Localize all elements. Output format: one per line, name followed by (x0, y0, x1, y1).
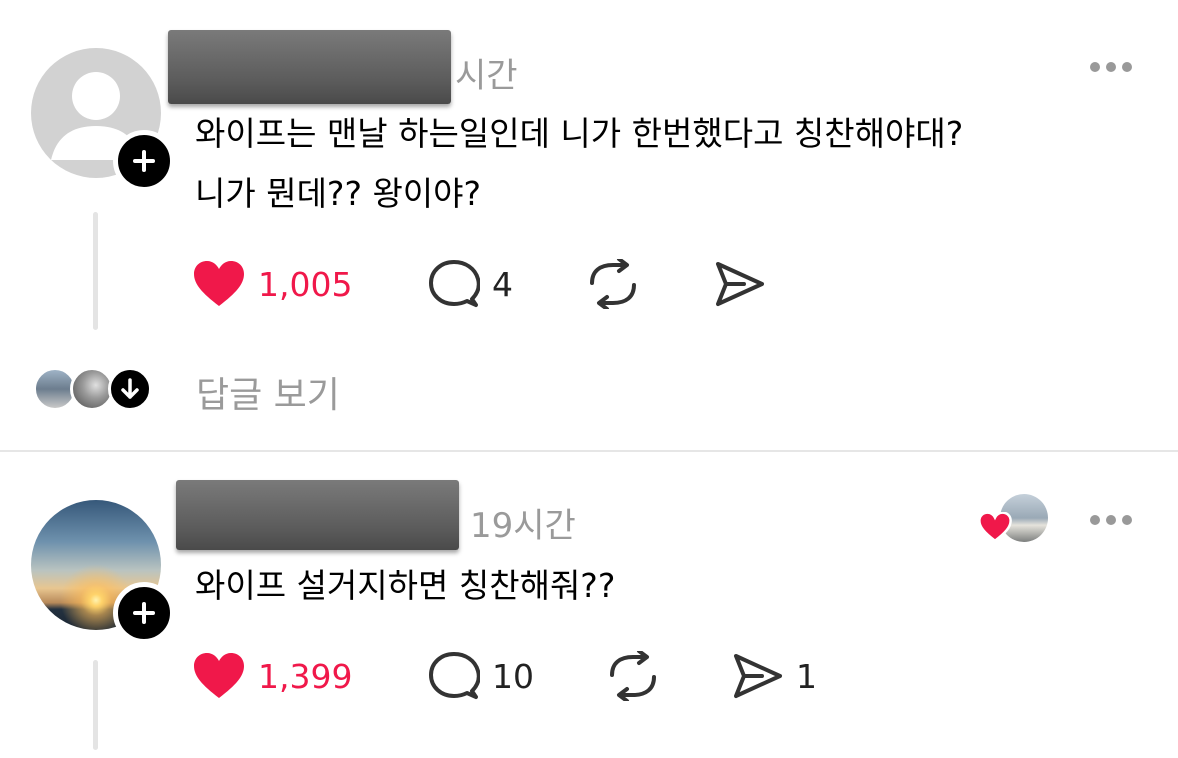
post-2: 19시간 와이프 설거지하면 칭찬해줘?? 1,399 10 1 (0, 452, 1178, 758)
post-1-follow-button[interactable] (113, 130, 175, 192)
like-button[interactable]: 1,399 (192, 650, 352, 702)
comment-icon (429, 652, 480, 699)
repost-button[interactable] (606, 650, 660, 702)
more-options-button[interactable] (1090, 62, 1132, 72)
comment-count: 10 (492, 656, 534, 696)
arrow-down-icon (121, 378, 139, 399)
like-button[interactable]: 1,005 (192, 258, 352, 310)
post-time: 19시간 (470, 506, 576, 546)
post-2-follow-button[interactable] (113, 582, 175, 644)
thread-line (93, 660, 98, 750)
share-count: 1 (796, 656, 817, 696)
share-button[interactable]: 1 (732, 650, 817, 702)
plus-icon (133, 150, 155, 172)
comment-button[interactable]: 4 (428, 258, 513, 310)
post-text-line: 와이프 설거지하면 칭찬해줘?? (195, 566, 616, 605)
repost-icon (610, 651, 656, 701)
comment-button[interactable]: 10 (428, 650, 534, 702)
username-redacted[interactable] (176, 480, 459, 550)
share-icon (716, 262, 764, 306)
like-count: 1,005 (258, 264, 353, 304)
username-redacted[interactable] (168, 30, 451, 104)
like-count: 1,399 (258, 656, 353, 696)
post-text: 와이프는 맨날 하는일인데 니가 한번했다고 칭찬해야대? 니가 뭔데?? 왕이… (195, 104, 963, 224)
heart-icon (194, 261, 244, 306)
heart-icon (978, 512, 1012, 542)
share-icon (734, 654, 782, 698)
repost-icon (590, 259, 636, 309)
repost-button[interactable] (586, 258, 640, 310)
comment-icon (429, 260, 480, 307)
view-replies-label: 답글 보기 (196, 375, 340, 416)
show-replies-toggle[interactable] (108, 367, 152, 411)
post-text-line: 니가 뭔데?? 왕이야? (195, 174, 482, 213)
post-text-line: 와이프는 맨날 하는일인데 니가 한번했다고 칭찬해야대? (195, 114, 964, 153)
comment-count: 4 (492, 264, 513, 304)
post-time: 시간 (455, 56, 518, 96)
liked-by-author-badge (978, 494, 1050, 546)
heart-icon (194, 653, 244, 698)
more-icon (1090, 62, 1100, 72)
more-options-button[interactable] (1090, 515, 1132, 525)
thread-line (93, 212, 98, 330)
share-button[interactable] (714, 258, 766, 310)
plus-icon (133, 602, 155, 624)
post-1: 시간 와이프는 맨날 하는일인데 니가 한번했다고 칭찬해야대? 니가 뭔데??… (0, 0, 1178, 450)
more-icon (1090, 515, 1100, 525)
view-replies-button[interactable]: 답글 보기 (33, 364, 373, 418)
post-text: 와이프 설거지하면 칭찬해줘?? (195, 556, 615, 616)
